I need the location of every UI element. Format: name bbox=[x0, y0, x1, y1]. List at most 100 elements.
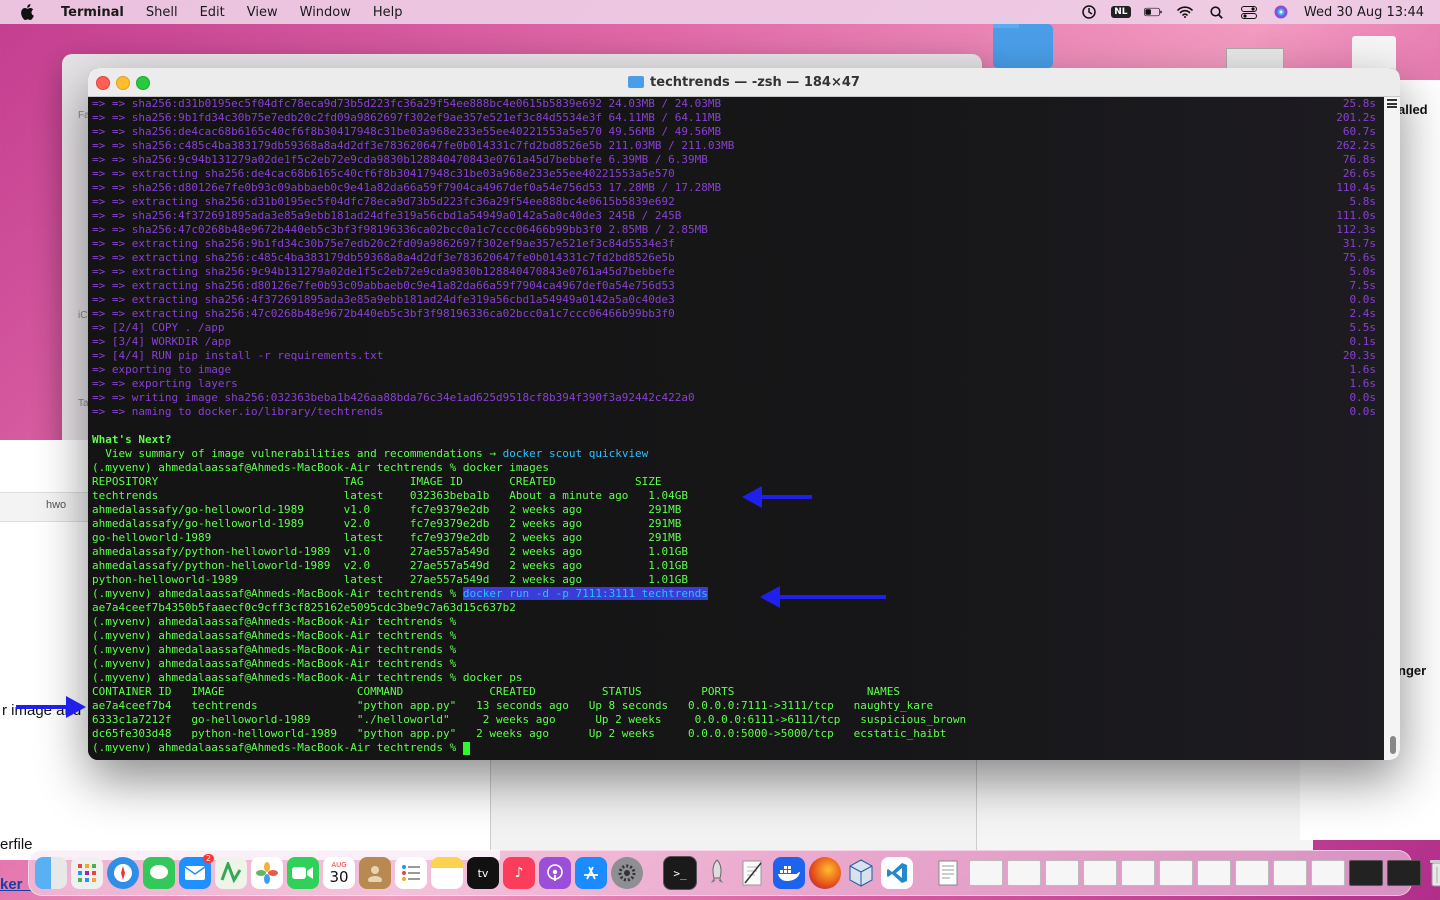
build-log-line: => => sha256:4f372691895ada3e85a9ebb181a… bbox=[92, 209, 1388, 223]
build-log-text: => => sha256:4f372691895ada3e85a9ebb181a… bbox=[92, 209, 682, 222]
minimized-window-thumbnail[interactable] bbox=[1045, 860, 1079, 886]
build-log-duration: 0.0s bbox=[1349, 405, 1377, 418]
active-prompt-line[interactable]: (.myvenv) ahmedalaassaf@Ahmeds-MacBook-A… bbox=[92, 741, 1388, 755]
minimized-window-thumbnail[interactable] bbox=[969, 860, 1003, 886]
maps-icon[interactable] bbox=[215, 857, 247, 889]
menu-app-name[interactable]: Terminal bbox=[50, 5, 135, 20]
wifi-icon[interactable] bbox=[1176, 5, 1194, 19]
safari-icon[interactable] bbox=[107, 857, 139, 889]
annotation-arrow bbox=[16, 696, 86, 718]
bg-sidebar-label: Ta bbox=[78, 398, 89, 409]
build-log-line: => => extracting sha256:9b1fd34c30b75e7e… bbox=[92, 237, 1388, 251]
firefox-icon[interactable] bbox=[809, 857, 841, 889]
virtualbox-icon[interactable] bbox=[845, 857, 877, 889]
menu-edit[interactable]: Edit bbox=[189, 5, 236, 20]
apple-tv-icon[interactable]: tv bbox=[467, 857, 499, 889]
command-docker-images: docker images bbox=[462, 461, 549, 474]
build-log-duration: 7.5s bbox=[1349, 279, 1377, 292]
podcasts-icon[interactable] bbox=[539, 857, 571, 889]
build-log-line: => => extracting sha256:9c94b131279a02de… bbox=[92, 265, 1388, 279]
launchpad-icon[interactable] bbox=[71, 857, 103, 889]
menu-help[interactable]: Help bbox=[362, 5, 414, 20]
menu-window[interactable]: Window bbox=[289, 5, 362, 20]
prompt: (.myvenv) ahmedalaassaf@Ahmeds-MacBook-A… bbox=[92, 615, 457, 628]
minimized-window-thumbnail[interactable] bbox=[1159, 860, 1193, 886]
terminal-window[interactable]: techtrends — -zsh — 184×47 => => sha256:… bbox=[88, 68, 1400, 760]
doc-text-fragment: erfile bbox=[0, 836, 33, 853]
images-table-row: python-helloworld-1989 latest 27ae557a54… bbox=[92, 573, 689, 586]
docker-icon[interactable] bbox=[773, 857, 805, 889]
menu-view[interactable]: View bbox=[236, 5, 289, 20]
build-log-duration: 1.6s bbox=[1349, 377, 1377, 390]
photos-icon[interactable] bbox=[251, 857, 283, 889]
build-log-text: => => extracting sha256:9b1fd34c30b75e7e… bbox=[92, 237, 675, 250]
browser-tab-label[interactable]: hwo bbox=[46, 499, 66, 511]
build-log-text: => [3/4] WORKDIR /app bbox=[92, 335, 232, 348]
finder-icon[interactable] bbox=[35, 857, 67, 889]
documents-stack-icon[interactable] bbox=[933, 857, 965, 889]
desktop-document-icon[interactable] bbox=[1352, 36, 1396, 72]
control-center-icon[interactable] bbox=[1240, 5, 1258, 19]
notes-icon[interactable] bbox=[431, 857, 463, 889]
prompt-line: (.myvenv) ahmedalaassaf@Ahmeds-MacBook-A… bbox=[92, 629, 1388, 643]
apple-logo-icon[interactable] bbox=[18, 3, 36, 21]
terminal-titlebar[interactable]: techtrends — -zsh — 184×47 bbox=[88, 68, 1400, 97]
calendar-day: 30 bbox=[329, 867, 349, 886]
screen-time-icon[interactable] bbox=[1080, 5, 1098, 19]
minimized-window-thumbnail[interactable] bbox=[1273, 860, 1307, 886]
system-settings-icon[interactable] bbox=[611, 857, 643, 889]
build-log-text: => => extracting sha256:4f372691895ada3e… bbox=[92, 293, 675, 306]
build-log-duration: 1.6s bbox=[1349, 363, 1377, 376]
build-log-text: => => sha256:47c0268b48e9672b440eb5c3bf3… bbox=[92, 223, 708, 236]
input-source-icon[interactable]: NL bbox=[1111, 5, 1131, 19]
trash-icon[interactable] bbox=[1425, 857, 1440, 889]
minimized-window-thumbnail[interactable] bbox=[1007, 860, 1041, 886]
music-icon[interactable]: ♪ bbox=[503, 857, 535, 889]
messages-icon[interactable] bbox=[143, 857, 175, 889]
textedit-icon[interactable] bbox=[737, 857, 769, 889]
battery-icon[interactable] bbox=[1143, 5, 1162, 19]
doc-link-fragment[interactable]: ker_ bbox=[0, 876, 31, 893]
build-log-text: => => extracting sha256:de4cac68b6165c40… bbox=[92, 167, 675, 180]
build-log-line: => => sha256:de4cac68b6165c40cf6f8b30417… bbox=[92, 125, 1388, 139]
build-log-duration: 110.4s bbox=[1336, 181, 1376, 194]
minimized-window-thumbnail[interactable] bbox=[1387, 860, 1421, 886]
build-log-line: => => extracting sha256:d80126e7fe0b93c0… bbox=[92, 279, 1388, 293]
spotlight-search-icon[interactable] bbox=[1208, 5, 1226, 19]
build-log-line: => => extracting sha256:4f372691895ada3e… bbox=[92, 293, 1388, 307]
build-log-duration: 20.3s bbox=[1342, 349, 1376, 362]
mail-icon[interactable]: 2 bbox=[179, 854, 214, 889]
minimized-window-thumbnail[interactable] bbox=[1197, 860, 1231, 886]
command-docker-run[interactable]: docker run -d -p 7111:3111 techtrends bbox=[462, 587, 708, 600]
menu-shell[interactable]: Shell bbox=[135, 5, 189, 20]
reminders-icon[interactable] bbox=[395, 857, 427, 889]
calendar-icon[interactable]: AUG 30 bbox=[323, 857, 355, 889]
build-log-duration: 26.6s bbox=[1342, 167, 1376, 180]
terminal-dock-icon[interactable]: >_ bbox=[663, 856, 697, 890]
vertical-scrollbar[interactable] bbox=[1384, 97, 1400, 760]
build-log: => => sha256:d31b0195ec5f04dfc78eca9d73b… bbox=[92, 97, 1388, 419]
scrollbar-menu-icon[interactable] bbox=[1387, 99, 1397, 108]
app-store-icon[interactable] bbox=[575, 857, 607, 889]
rocket-app-icon[interactable] bbox=[701, 857, 733, 889]
minimized-window-thumbnail[interactable] bbox=[1235, 860, 1269, 886]
build-log-text: => => extracting sha256:d31b0195ec5f04df… bbox=[92, 195, 675, 208]
minimized-window-thumbnail[interactable] bbox=[1121, 860, 1155, 886]
build-log-text: => => extracting sha256:9c94b131279a02de… bbox=[92, 265, 675, 278]
vscode-icon[interactable] bbox=[881, 857, 913, 889]
folder-icon bbox=[628, 76, 645, 88]
contacts-icon[interactable] bbox=[359, 857, 391, 889]
scrollbar-thumb[interactable] bbox=[1390, 736, 1396, 754]
minimized-window-thumbnail[interactable] bbox=[1311, 860, 1345, 886]
build-log-line: => => sha256:47c0268b48e9672b440eb5c3bf3… bbox=[92, 223, 1388, 237]
menubar-datetime[interactable]: Wed 30 Aug 13:44 bbox=[1304, 5, 1424, 20]
build-log-line: => => writing image sha256:032363beba1b4… bbox=[92, 391, 1388, 405]
facetime-icon[interactable] bbox=[287, 857, 319, 889]
siri-icon[interactable] bbox=[1272, 5, 1290, 19]
terminal-output[interactable]: => => sha256:d31b0195ec5f04dfc78eca9d73b… bbox=[88, 97, 1388, 760]
desktop-folder-icon[interactable] bbox=[993, 18, 1053, 68]
prompt-line: (.myvenv) ahmedalaassaf@Ahmeds-MacBook-A… bbox=[92, 615, 1388, 629]
build-log-duration: 111.0s bbox=[1336, 209, 1376, 222]
minimized-window-thumbnail[interactable] bbox=[1349, 860, 1383, 886]
minimized-window-thumbnail[interactable] bbox=[1083, 860, 1117, 886]
